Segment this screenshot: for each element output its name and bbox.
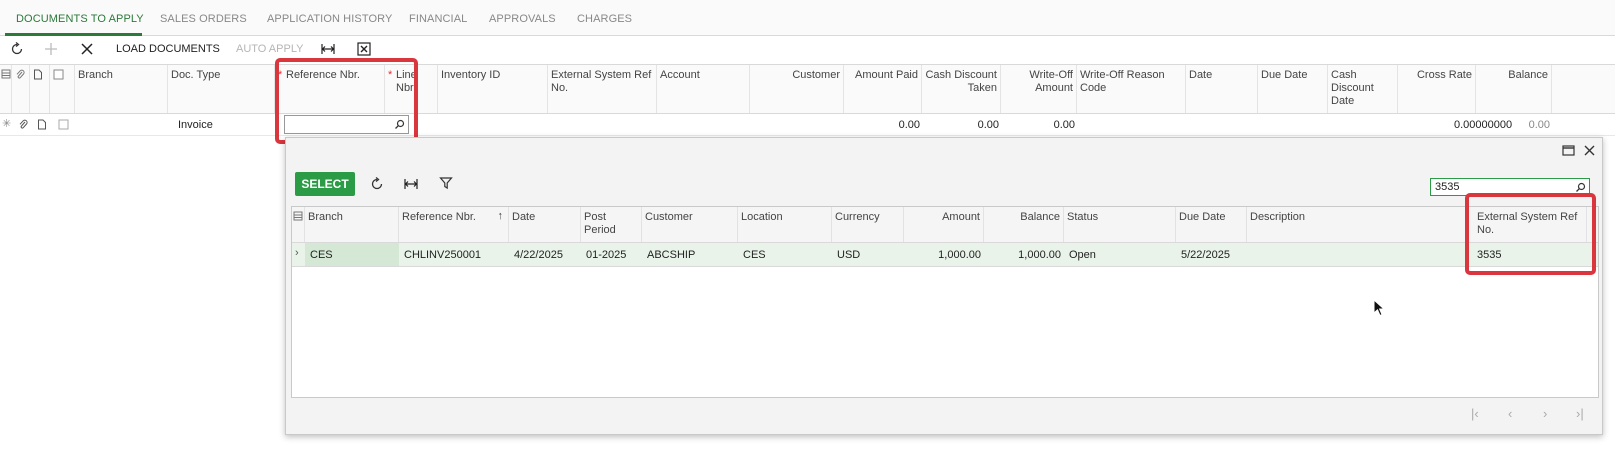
- lookup-column-reference-nbr-label: Reference Nbr.: [402, 211, 476, 223]
- lookup-row-post-period[interactable]: 01-2025: [586, 249, 626, 261]
- plus-icon[interactable]: [43, 41, 59, 57]
- sort-ascending-icon: ↑: [497, 210, 504, 222]
- lookup-row-reference-nbr[interactable]: CHLINV250001: [404, 249, 481, 261]
- column-balance[interactable]: Balance: [1476, 65, 1552, 113]
- load-documents-button[interactable]: LOAD DOCUMENTS: [116, 43, 220, 55]
- first-page-icon[interactable]: |‹: [1471, 406, 1479, 421]
- lookup-column-currency[interactable]: Currency: [832, 207, 904, 242]
- lookup-row-customer[interactable]: ABCSHIP: [647, 249, 695, 261]
- column-inventory-id[interactable]: Inventory ID: [438, 65, 548, 113]
- column-write-off-reason-code[interactable]: Write-Off Reason Code: [1077, 65, 1186, 113]
- tab-sales-orders[interactable]: SALES ORDERS: [160, 13, 247, 25]
- fit-width-icon[interactable]: [320, 41, 336, 57]
- table-row[interactable]: ✳ Invoice 0.00 0.00 0.00 0.00000000 0.00: [0, 114, 1615, 136]
- lookup-row-status[interactable]: Open: [1069, 249, 1096, 261]
- lookup-grid: Branch Reference Nbr. ↑ Date Post Period…: [291, 206, 1599, 398]
- column-write-off-amount[interactable]: Write-Off Amount: [1001, 65, 1077, 113]
- row-amount-paid[interactable]: 0.00: [844, 119, 920, 131]
- fit-width-icon[interactable]: [403, 176, 419, 192]
- tab-documents-to-apply[interactable]: DOCUMENTS TO APPLY: [16, 13, 144, 25]
- tab-approvals[interactable]: APPROVALS: [489, 13, 556, 25]
- lookup-row-amount[interactable]: 1,000.00: [904, 249, 981, 261]
- reference-nbr-lookup-dialog: SELECT 3535 Branch Reference Nbr. ↑ Date…: [285, 137, 1603, 435]
- lookup-column-reference-nbr[interactable]: Reference Nbr. ↑: [399, 207, 509, 242]
- lookup-column-balance[interactable]: Balance: [984, 207, 1064, 242]
- maximize-icon[interactable]: [1562, 145, 1575, 156]
- column-cash-discount-taken[interactable]: Cash Discount Taken: [922, 65, 1001, 113]
- filter-icon[interactable]: [439, 176, 453, 190]
- column-cross-rate[interactable]: Cross Rate: [1398, 65, 1476, 113]
- select-all-checkbox[interactable]: [50, 65, 75, 113]
- column-cash-discount-date[interactable]: Cash Discount Date: [1328, 65, 1398, 113]
- lookup-row-currency[interactable]: USD: [837, 249, 860, 261]
- lookup-grid-header: Branch Reference Nbr. ↑ Date Post Period…: [292, 207, 1598, 243]
- column-date[interactable]: Date: [1186, 65, 1258, 113]
- external-ref-highlight: [1465, 193, 1596, 275]
- new-row-icon: ✳: [2, 118, 12, 130]
- last-page-icon[interactable]: ›|: [1576, 406, 1584, 421]
- close-icon[interactable]: [79, 41, 95, 57]
- tab-application-history[interactable]: APPLICATION HISTORY: [267, 13, 392, 25]
- previous-page-icon[interactable]: ‹: [1508, 406, 1512, 421]
- search-icon[interactable]: [1575, 182, 1586, 193]
- tab-bar: DOCUMENTS TO APPLY SALES ORDERS APPLICAT…: [0, 0, 1615, 36]
- row-write-off-amount[interactable]: 0.00: [1001, 119, 1075, 131]
- lookup-column-location[interactable]: Location: [738, 207, 832, 242]
- lookup-column-customer[interactable]: Customer: [642, 207, 738, 242]
- column-customer[interactable]: Customer: [750, 65, 844, 113]
- expand-row-icon[interactable]: ›: [295, 247, 299, 259]
- excel-icon[interactable]: [356, 41, 372, 57]
- note-column-icon: [30, 65, 50, 113]
- column-amount-paid[interactable]: Amount Paid: [844, 65, 922, 113]
- row-doc-type[interactable]: Invoice: [178, 119, 213, 131]
- column-branch[interactable]: Branch: [75, 65, 168, 113]
- lookup-row-branch[interactable]: CES: [310, 249, 333, 261]
- attachment-icon[interactable]: [18, 119, 28, 130]
- lookup-search-value: 3535: [1435, 181, 1460, 193]
- lookup-column-date[interactable]: Date: [509, 207, 581, 242]
- lookup-column-description[interactable]: Description: [1247, 207, 1469, 242]
- tab-financial[interactable]: FINANCIAL: [409, 13, 467, 25]
- auto-apply-button[interactable]: AUTO APPLY: [236, 43, 303, 55]
- next-page-icon[interactable]: ›: [1543, 406, 1547, 421]
- column-doc-type[interactable]: Doc. Type: [168, 65, 275, 113]
- lookup-column-due-date[interactable]: Due Date: [1176, 207, 1247, 242]
- row-balance[interactable]: 0.00: [1476, 119, 1550, 131]
- lookup-column-amount[interactable]: Amount: [904, 207, 984, 242]
- toolbar: LOAD DOCUMENTS AUTO APPLY: [0, 36, 1615, 64]
- lookup-row-due-date[interactable]: 5/22/2025: [1181, 249, 1230, 261]
- dialog-close-icon[interactable]: [1584, 145, 1595, 156]
- table-row[interactable]: › CES CHLINV250001 4/22/2025 01-2025 ABC…: [292, 243, 1598, 267]
- tab-charges[interactable]: CHARGES: [577, 13, 632, 25]
- reference-nbr-highlight: [275, 58, 418, 144]
- mouse-cursor-icon: [1373, 299, 1385, 317]
- column-account[interactable]: Account: [657, 65, 750, 113]
- attachment-column-icon: [12, 65, 30, 113]
- select-button[interactable]: SELECT: [295, 172, 355, 196]
- documents-grid-header: Branch Doc. Type * Reference Nbr. * Line N…: [0, 64, 1615, 114]
- lookup-column-status[interactable]: Status: [1064, 207, 1176, 242]
- row-settings-icon[interactable]: [292, 207, 305, 242]
- lookup-column-post-period[interactable]: Post Period: [581, 207, 642, 242]
- refresh-icon[interactable]: [9, 41, 25, 57]
- row-checkbox[interactable]: [58, 119, 69, 130]
- refresh-icon[interactable]: [369, 176, 385, 192]
- lookup-row-balance[interactable]: 1,000.00: [984, 249, 1061, 261]
- note-icon[interactable]: [37, 119, 47, 130]
- row-cash-discount-taken[interactable]: 0.00: [922, 119, 999, 131]
- row-settings-icon[interactable]: [0, 65, 12, 113]
- lookup-column-branch[interactable]: Branch: [305, 207, 399, 242]
- lookup-row-location[interactable]: CES: [743, 249, 766, 261]
- lookup-row-date[interactable]: 4/22/2025: [514, 249, 563, 261]
- column-external-system-ref[interactable]: External System Ref No.: [548, 65, 657, 113]
- column-due-date[interactable]: Due Date: [1258, 65, 1328, 113]
